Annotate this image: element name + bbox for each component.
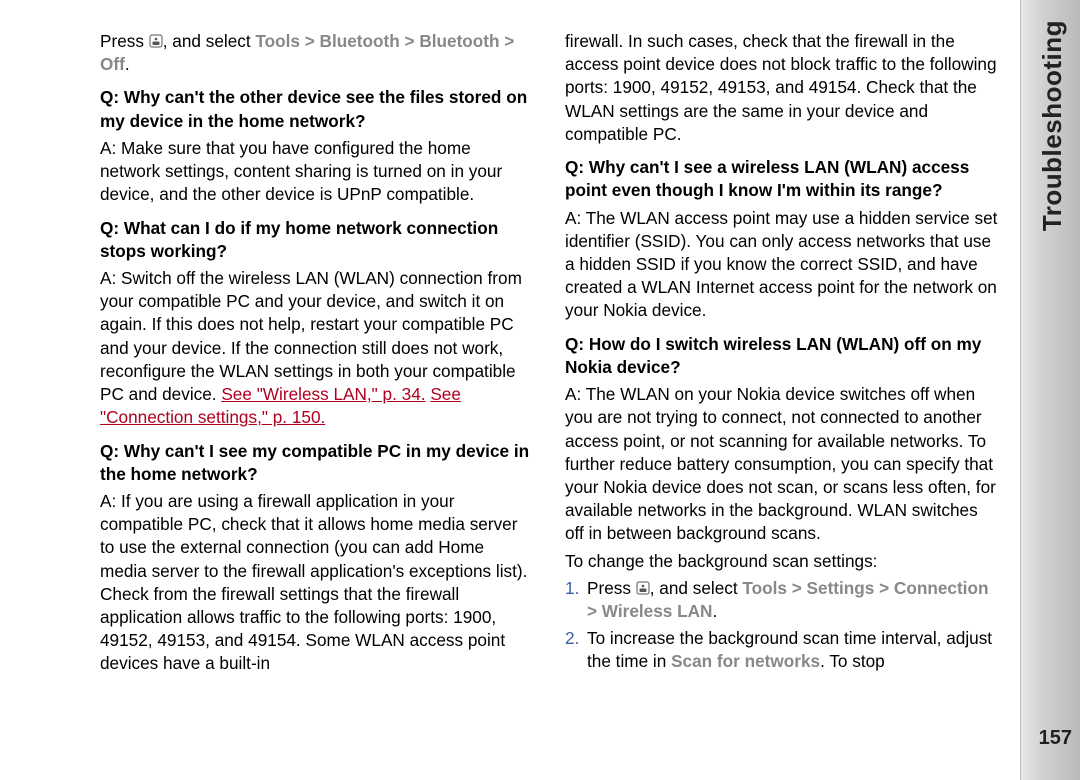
text: Press	[587, 578, 636, 598]
page-number: 157	[1039, 727, 1072, 750]
bluetooth-off-instruction: Press , and select Tools > Bluetooth > B…	[100, 30, 535, 76]
section-title: Troubleshooting	[1037, 20, 1068, 231]
question-home-network-stops: Q: What can I do if my home network conn…	[100, 217, 535, 263]
answer-files-home-network: A: Make sure that you have configured th…	[100, 137, 535, 207]
firewall-continuation: firewall. In such cases, check that the …	[565, 30, 1000, 146]
step-2: To increase the background scan time int…	[565, 627, 1000, 673]
side-tab: Troubleshooting 157	[1020, 0, 1080, 780]
page-content: Press , and select Tools > Bluetooth > B…	[0, 0, 1020, 780]
menu-key-icon	[149, 31, 163, 45]
link-wireless-lan[interactable]: See "Wireless LAN," p. 34.	[221, 384, 425, 404]
text: Press	[100, 31, 149, 51]
left-column: Press , and select Tools > Bluetooth > B…	[100, 30, 535, 750]
step-1: Press , and select Tools > Settings > Co…	[565, 577, 1000, 623]
text: .	[712, 601, 717, 621]
bg-scan-steps: Press , and select Tools > Settings > Co…	[565, 577, 1000, 674]
answer-wlan-off: A: The WLAN on your Nokia device switche…	[565, 383, 1000, 546]
right-column: firewall. In such cases, check that the …	[565, 30, 1000, 750]
question-wlan-access-point: Q: Why can't I see a wireless LAN (WLAN)…	[565, 156, 1000, 202]
text: , and select	[650, 578, 743, 598]
scan-for-networks-label: Scan for networks	[671, 651, 820, 671]
text: .	[125, 54, 130, 74]
question-files-home-network: Q: Why can't the other device see the fi…	[100, 86, 535, 132]
answer-wlan-access-point: A: The WLAN access point may use a hidde…	[565, 207, 1000, 323]
text: . To stop	[820, 651, 885, 671]
answer-home-network-stops: A: Switch off the wireless LAN (WLAN) co…	[100, 267, 535, 430]
answer-compatible-pc: A: If you are using a firewall applicati…	[100, 490, 535, 676]
question-wlan-off: Q: How do I switch wireless LAN (WLAN) o…	[565, 333, 1000, 379]
question-compatible-pc: Q: Why can't I see my compatible PC in m…	[100, 440, 535, 486]
menu-key-icon	[636, 578, 650, 592]
bg-scan-intro: To change the background scan settings:	[565, 550, 1000, 573]
text: , and select	[163, 31, 256, 51]
